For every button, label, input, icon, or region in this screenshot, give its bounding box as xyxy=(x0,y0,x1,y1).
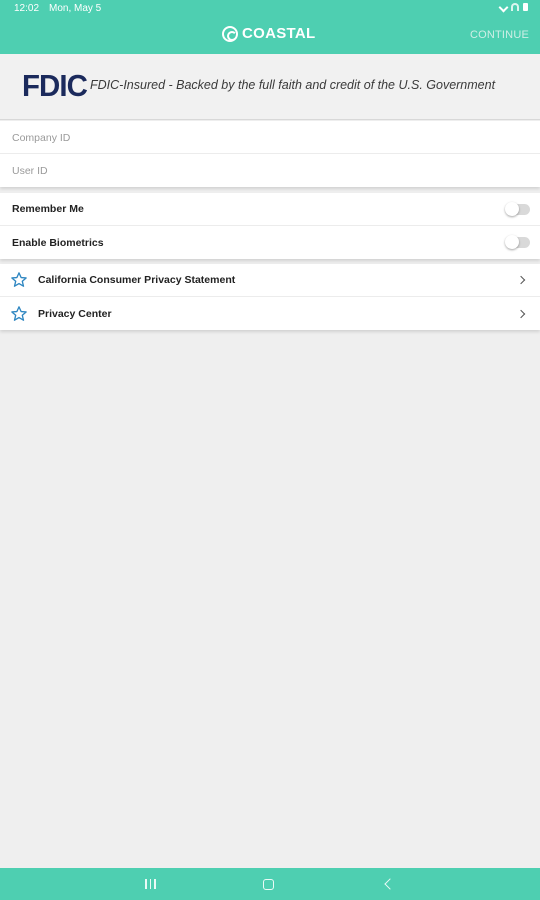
chevron-right-icon xyxy=(516,275,526,285)
status-bar: 12:02 Mon, May 5 xyxy=(0,0,540,17)
remember-me-label: Remember Me xyxy=(12,203,84,215)
fdic-banner: FDIC FDIC-Insured - Backed by the full f… xyxy=(0,54,540,120)
login-card xyxy=(0,121,540,187)
battery-icon xyxy=(523,3,528,11)
company-id-input[interactable] xyxy=(0,121,540,154)
remember-me-row: Remember Me xyxy=(0,193,540,226)
fdic-tagline: FDIC-Insured - Backed by the full faith … xyxy=(90,78,496,92)
link-label: Privacy Center xyxy=(38,307,112,320)
wifi-icon xyxy=(511,3,519,11)
brand-name: COASTAL xyxy=(242,25,316,42)
back-icon[interactable] xyxy=(384,878,396,890)
star-outline-icon xyxy=(11,305,27,321)
user-id-input[interactable] xyxy=(0,154,540,187)
app-bar: COASTAL CONTINUE xyxy=(0,17,540,54)
star-outline-icon xyxy=(11,272,27,287)
top-bar: 12:02 Mon, May 5 COASTAL CONTINUE xyxy=(0,0,540,54)
link-california-privacy[interactable]: California Consumer Privacy Statement xyxy=(0,264,540,297)
link-label: California Consumer Privacy Statement xyxy=(38,274,236,286)
biometrics-row: Enable Biometrics xyxy=(0,226,540,259)
continue-button[interactable]: CONTINUE xyxy=(470,29,529,41)
signal-icon xyxy=(498,2,509,12)
status-date: Mon, May 5 xyxy=(49,3,102,14)
biometrics-label: Enable Biometrics xyxy=(12,236,104,249)
company-id-row xyxy=(0,121,540,154)
recent-apps-icon[interactable] xyxy=(145,879,156,889)
coastal-logo-icon xyxy=(222,25,238,42)
system-nav-bar xyxy=(0,868,540,900)
remember-me-toggle[interactable] xyxy=(505,201,530,216)
chevron-right-icon xyxy=(516,309,526,318)
settings-card: Remember Me Enable Biometrics xyxy=(0,193,540,259)
status-time: 12:02 xyxy=(14,3,40,14)
coastal-logo: COASTAL xyxy=(222,25,315,42)
user-id-row xyxy=(0,154,540,187)
biometrics-toggle[interactable] xyxy=(505,235,530,249)
fdic-logo: FDIC xyxy=(22,68,88,103)
link-privacy-center[interactable]: Privacy Center xyxy=(0,297,540,330)
status-icons xyxy=(498,2,528,12)
links-card: California Consumer Privacy Statement Pr… xyxy=(0,264,540,330)
home-icon[interactable] xyxy=(263,879,274,890)
